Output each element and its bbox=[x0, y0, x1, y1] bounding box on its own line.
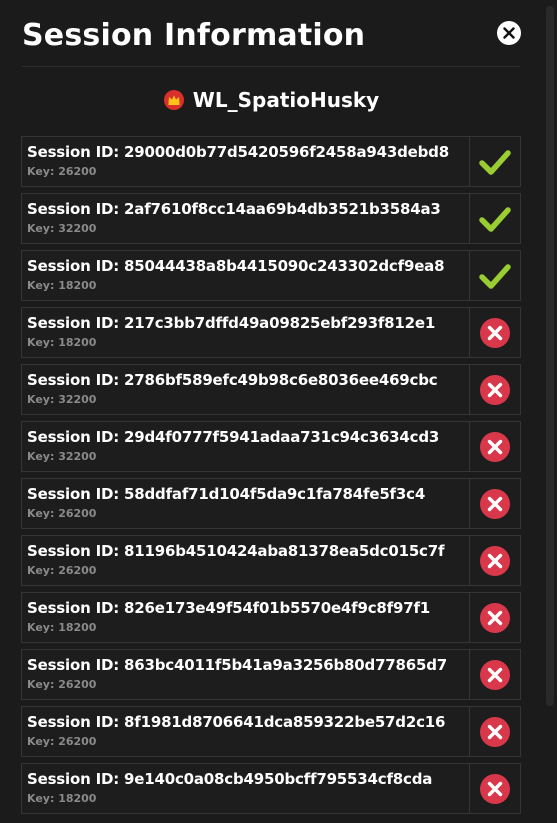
session-key: Key: 26200 bbox=[27, 735, 97, 748]
session-id: Session ID: 2af7610f8cc14aa69b4db3521b35… bbox=[27, 200, 441, 218]
session-row: Session ID: 2786bf589efc49b98c6e8036ee46… bbox=[21, 364, 521, 415]
error-icon bbox=[480, 660, 510, 690]
session-info-panel: Session Information WL_SpatioHusky Sessi… bbox=[0, 0, 543, 823]
scrollbar[interactable] bbox=[543, 0, 557, 823]
session-text: Session ID: 9e140c0a08cb4950bcff795534cf… bbox=[27, 770, 464, 805]
error-icon bbox=[480, 717, 510, 747]
session-status bbox=[469, 764, 520, 813]
username: WL_SpatioHusky bbox=[192, 88, 380, 112]
session-list: Session ID: 29000d0b77d5420596f2458a943d… bbox=[21, 136, 521, 820]
session-status bbox=[469, 536, 520, 585]
session-text: Session ID: 863bc4011f5b41a9a3256b80d778… bbox=[27, 656, 464, 691]
session-id: Session ID: 9e140c0a08cb4950bcff795534cf… bbox=[27, 770, 433, 788]
session-id: Session ID: 29d4f0777f5941adaa731c94c363… bbox=[27, 428, 440, 446]
session-text: Session ID: 58ddfaf71d104f5da9c1fa784fe5… bbox=[27, 485, 464, 520]
session-key: Key: 18200 bbox=[27, 336, 97, 349]
check-icon bbox=[479, 207, 511, 232]
session-text: Session ID: 2786bf589efc49b98c6e8036ee46… bbox=[27, 371, 464, 406]
session-id: Session ID: 2786bf589efc49b98c6e8036ee46… bbox=[27, 371, 438, 389]
check-icon bbox=[479, 264, 511, 289]
error-icon bbox=[480, 318, 510, 348]
session-text: Session ID: 8f1981d8706641dca859322be57d… bbox=[27, 713, 464, 748]
close-button[interactable] bbox=[497, 21, 521, 45]
session-text: Session ID: 29d4f0777f5941adaa731c94c363… bbox=[27, 428, 464, 463]
error-icon bbox=[480, 603, 510, 633]
session-key: Key: 32200 bbox=[27, 222, 97, 235]
dialog-header: Session Information bbox=[22, 16, 521, 67]
session-text: Session ID: 2af7610f8cc14aa69b4db3521b35… bbox=[27, 200, 464, 235]
session-row: Session ID: 2af7610f8cc14aa69b4db3521b35… bbox=[21, 193, 521, 244]
user-header: WL_SpatioHusky bbox=[0, 88, 543, 116]
session-key: Key: 32200 bbox=[27, 393, 97, 406]
session-key: Key: 18200 bbox=[27, 279, 97, 292]
scrollbar-thumb[interactable] bbox=[546, 6, 554, 706]
session-row: Session ID: 217c3bb7dffd49a09825ebf293f8… bbox=[21, 307, 521, 358]
session-row: Session ID: 85044438a8b4415090c243302dcf… bbox=[21, 250, 521, 301]
session-row: Session ID: 9e140c0a08cb4950bcff795534cf… bbox=[21, 763, 521, 814]
session-id: Session ID: 8f1981d8706641dca859322be57d… bbox=[27, 713, 446, 731]
session-row: Session ID: 58ddfaf71d104f5da9c1fa784fe5… bbox=[21, 478, 521, 529]
session-row: Session ID: 29d4f0777f5941adaa731c94c363… bbox=[21, 421, 521, 472]
session-text: Session ID: 217c3bb7dffd49a09825ebf293f8… bbox=[27, 314, 464, 349]
session-text: Session ID: 826e173e49f54f01b5570e4f9c8f… bbox=[27, 599, 464, 634]
error-icon bbox=[480, 774, 510, 804]
session-key: Key: 32200 bbox=[27, 450, 97, 463]
session-status bbox=[469, 422, 520, 471]
error-icon bbox=[480, 489, 510, 519]
crown-badge-icon bbox=[163, 90, 184, 110]
error-icon bbox=[480, 432, 510, 462]
close-icon bbox=[503, 27, 515, 39]
session-id: Session ID: 81196b4510424aba81378ea5dc01… bbox=[27, 542, 445, 560]
check-icon bbox=[479, 150, 511, 175]
session-row: Session ID: 29000d0b77d5420596f2458a943d… bbox=[21, 136, 521, 187]
session-status bbox=[469, 479, 520, 528]
dialog-title: Session Information bbox=[22, 18, 366, 53]
session-status bbox=[469, 593, 520, 642]
session-id: Session ID: 58ddfaf71d104f5da9c1fa784fe5… bbox=[27, 485, 426, 503]
session-key: Key: 26200 bbox=[27, 678, 97, 691]
session-id: Session ID: 826e173e49f54f01b5570e4f9c8f… bbox=[27, 599, 431, 617]
session-key: Key: 26200 bbox=[27, 507, 97, 520]
session-row: Session ID: 826e173e49f54f01b5570e4f9c8f… bbox=[21, 592, 521, 643]
session-key: Key: 18200 bbox=[27, 621, 97, 634]
session-status bbox=[469, 365, 520, 414]
session-text: Session ID: 85044438a8b4415090c243302dcf… bbox=[27, 257, 464, 292]
session-status bbox=[469, 308, 520, 357]
error-icon bbox=[480, 375, 510, 405]
session-status bbox=[469, 707, 520, 756]
session-row: Session ID: 81196b4510424aba81378ea5dc01… bbox=[21, 535, 521, 586]
session-id: Session ID: 217c3bb7dffd49a09825ebf293f8… bbox=[27, 314, 436, 332]
session-key: Key: 18200 bbox=[27, 792, 97, 805]
session-key: Key: 26200 bbox=[27, 564, 97, 577]
session-status bbox=[469, 251, 520, 300]
error-icon bbox=[480, 546, 510, 576]
session-id: Session ID: 85044438a8b4415090c243302dcf… bbox=[27, 257, 445, 275]
session-id: Session ID: 29000d0b77d5420596f2458a943d… bbox=[27, 143, 449, 161]
session-row: Session ID: 8f1981d8706641dca859322be57d… bbox=[21, 706, 521, 757]
session-status bbox=[469, 650, 520, 699]
session-text: Session ID: 81196b4510424aba81378ea5dc01… bbox=[27, 542, 464, 577]
session-row: Session ID: 863bc4011f5b41a9a3256b80d778… bbox=[21, 649, 521, 700]
session-text: Session ID: 29000d0b77d5420596f2458a943d… bbox=[27, 143, 464, 178]
session-key: Key: 26200 bbox=[27, 165, 97, 178]
session-id: Session ID: 863bc4011f5b41a9a3256b80d778… bbox=[27, 656, 448, 674]
session-status bbox=[469, 137, 520, 186]
session-status bbox=[469, 194, 520, 243]
